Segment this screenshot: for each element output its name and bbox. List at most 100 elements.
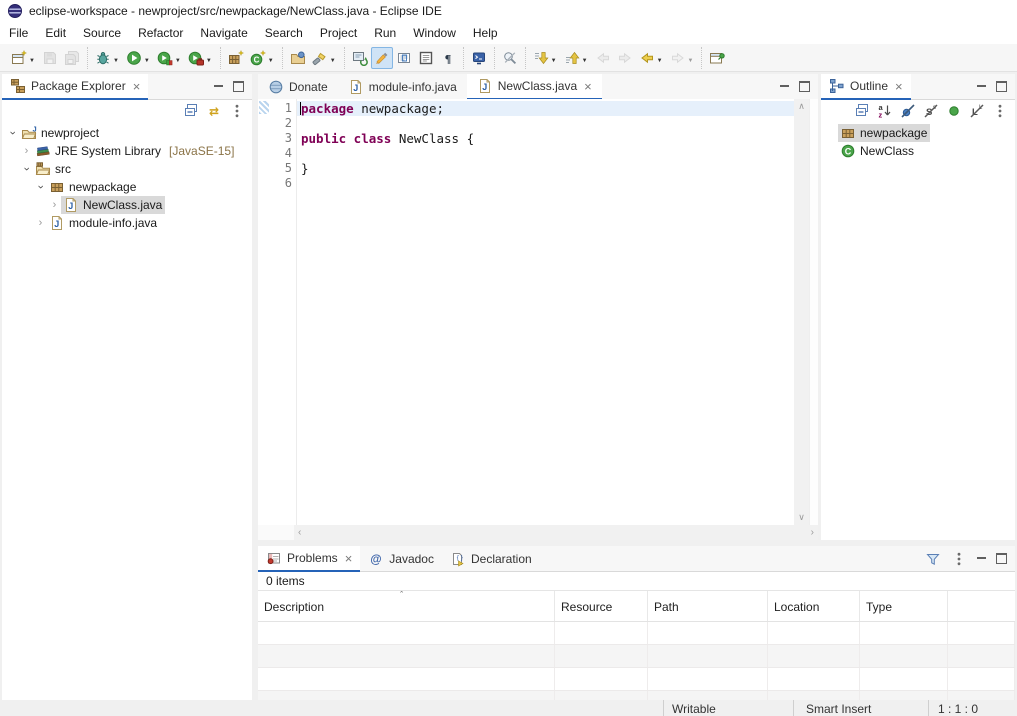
chevron-collapsed-icon[interactable]: › (20, 145, 33, 157)
editor-tab-newclass-java[interactable]: JNewClass.java× (467, 74, 602, 100)
open-console-button[interactable] (468, 47, 490, 69)
scroll-down-icon[interactable]: ∨ (798, 512, 805, 523)
dropdown-caret-icon[interactable]: ▼ (688, 58, 694, 64)
code-line-4[interactable] (297, 146, 794, 161)
block-selection-button[interactable] (393, 47, 415, 69)
scroll-right-icon[interactable]: › (811, 527, 814, 538)
table-row[interactable] (258, 645, 1015, 668)
dropdown-caret-icon[interactable]: ▼ (206, 58, 212, 64)
menu-edit[interactable]: Edit (38, 23, 76, 43)
column-header-resource[interactable]: Resource (555, 591, 648, 621)
new-wizard-button[interactable]: ▼ (8, 47, 39, 69)
editor-tab-donate[interactable]: Donate (258, 74, 338, 99)
dropdown-caret-icon[interactable]: ▼ (29, 58, 35, 64)
mark-occurrences-button[interactable] (371, 47, 393, 69)
code-line-2[interactable] (297, 116, 794, 131)
save-button[interactable] (39, 47, 61, 69)
previous-annotation-button[interactable]: ▼ (561, 47, 592, 69)
chevron-expanded-icon[interactable]: › (21, 163, 33, 176)
tree-item-newclass[interactable]: CNewClass (821, 142, 1015, 160)
search-button[interactable]: ▼ (309, 47, 340, 69)
minimize-icon[interactable] (214, 82, 223, 91)
tree-item-src[interactable]: ›src (2, 160, 252, 178)
breadcrumb-button[interactable] (349, 47, 371, 69)
chevron-collapsed-icon[interactable]: › (48, 199, 61, 211)
menu-search[interactable]: Search (258, 23, 313, 43)
menu-source[interactable]: Source (76, 23, 131, 43)
tab-problems[interactable]: Problems× (258, 546, 360, 572)
maximize-icon[interactable] (233, 81, 244, 92)
menu-refactor[interactable]: Refactor (131, 23, 193, 43)
tab-javadoc[interactable]: @Javadoc (360, 546, 442, 571)
minimize-icon[interactable] (977, 554, 986, 563)
code-editor[interactable]: 123456 package newpackage;public class N… (258, 99, 818, 525)
maximize-icon[interactable] (799, 81, 810, 92)
close-icon[interactable]: × (584, 79, 592, 94)
filter-button[interactable] (925, 551, 941, 567)
table-row[interactable] (258, 691, 1015, 700)
last-edit-forward-button[interactable] (614, 47, 636, 69)
hide-static-button[interactable]: Ss (923, 103, 939, 119)
dropdown-caret-icon[interactable]: ▼ (144, 58, 150, 64)
run-button[interactable]: ▼ (123, 47, 154, 69)
scroll-left-icon[interactable]: ‹ (298, 527, 301, 538)
menu-window[interactable]: Window (406, 23, 466, 43)
column-header-description[interactable]: Descriptionˆ (258, 591, 555, 621)
forward-button[interactable]: ▼ (667, 47, 698, 69)
tab-declaration[interactable]: { }Declaration (442, 546, 540, 571)
last-edit-back-button[interactable] (592, 47, 614, 69)
dropdown-caret-icon[interactable]: ▼ (551, 58, 557, 64)
collapse-all-button[interactable] (854, 103, 870, 119)
view-menu-button[interactable] (992, 103, 1008, 119)
collapse-all-button[interactable] (183, 103, 199, 119)
tree-item-newpackage[interactable]: ›newpackage (2, 178, 252, 196)
minimize-icon[interactable] (780, 82, 789, 91)
dropdown-caret-icon[interactable]: ▼ (175, 58, 181, 64)
hide-non-public-button[interactable] (946, 103, 962, 119)
pin-editor-button[interactable] (706, 47, 728, 69)
maximize-icon[interactable] (996, 553, 1007, 564)
show-whitespace-button[interactable]: ¶ (437, 47, 459, 69)
tree-item-newproject[interactable]: ›Jnewproject (2, 124, 252, 142)
dropdown-caret-icon[interactable]: ▼ (330, 58, 336, 64)
view-menu-button[interactable] (229, 103, 245, 119)
chevron-expanded-icon[interactable]: › (35, 181, 47, 194)
external-tools-button[interactable]: ▼ (185, 47, 216, 69)
column-header-path[interactable]: Path (648, 591, 768, 621)
hide-magnifier-button[interactable] (499, 47, 521, 69)
chevron-collapsed-icon[interactable]: › (34, 217, 47, 229)
close-icon[interactable]: × (133, 79, 141, 94)
horizontal-scrollbar[interactable]: ‹ › (294, 525, 818, 540)
back-button[interactable]: ▼ (636, 47, 667, 69)
close-icon[interactable]: × (895, 79, 903, 94)
code-line-5[interactable]: } (297, 161, 794, 176)
tree-item-newclass-java[interactable]: ›JNewClass.java (2, 196, 252, 214)
save-all-button[interactable] (61, 47, 83, 69)
dropdown-caret-icon[interactable]: ▼ (268, 58, 274, 64)
table-row[interactable] (258, 622, 1015, 645)
menu-help[interactable]: Help (466, 23, 508, 43)
open-element-button[interactable] (287, 47, 309, 69)
tree-item-module-info-java[interactable]: ›Jmodule-info.java (2, 214, 252, 232)
menu-run[interactable]: Run (367, 23, 406, 43)
menu-navigate[interactable]: Navigate (193, 23, 257, 43)
tree-item-jre-system-library[interactable]: ›JRE System Library[JavaSE-15] (2, 142, 252, 160)
menu-file[interactable]: File (2, 23, 38, 43)
next-annotation-button[interactable]: ▼ (530, 47, 561, 69)
editor-tab-module-info-java[interactable]: Jmodule-info.java (338, 74, 467, 99)
coverage-button[interactable]: ▼ (154, 47, 185, 69)
hide-fields-button[interactable] (900, 103, 916, 119)
new-java-class-button[interactable]: C▼ (247, 47, 278, 69)
code-text[interactable]: package newpackage;public class NewClass… (297, 99, 794, 525)
chevron-expanded-icon[interactable]: › (7, 127, 19, 140)
link-with-editor-button[interactable]: ⇄ (206, 103, 222, 119)
tab-package-explorer[interactable]: Package Explorer × (2, 74, 148, 100)
close-icon[interactable]: × (345, 551, 353, 566)
tab-outline[interactable]: Outline × (821, 74, 911, 100)
code-line-1[interactable]: package newpackage; (297, 101, 794, 116)
maximize-icon[interactable] (996, 81, 1007, 92)
menu-project[interactable]: Project (313, 23, 367, 43)
vertical-scrollbar[interactable]: ∧ ∨ (794, 99, 809, 525)
hide-local-types-button[interactable]: LL (969, 103, 985, 119)
sort-button[interactable]: az (877, 103, 893, 119)
